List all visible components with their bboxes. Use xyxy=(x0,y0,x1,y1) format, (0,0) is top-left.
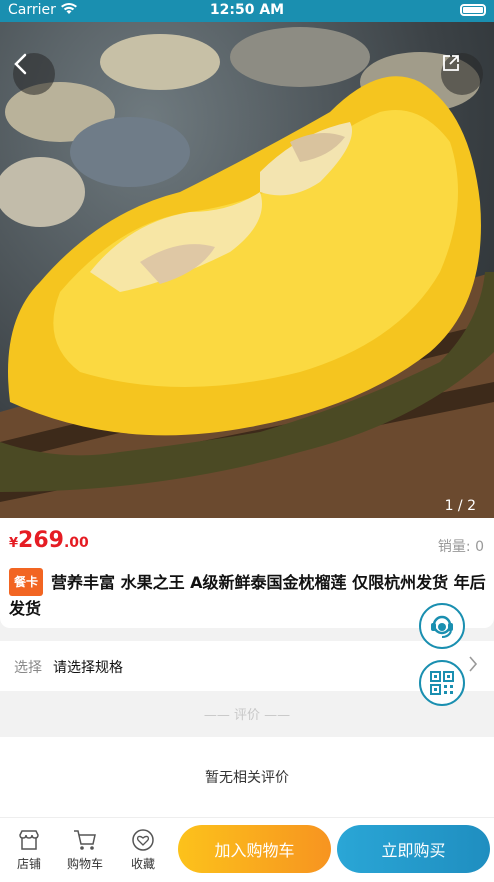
cart-icon xyxy=(60,828,110,852)
image-counter: 1 / 2 xyxy=(444,498,476,514)
qr-code-button[interactable] xyxy=(419,660,465,706)
nav-favorite[interactable]: 收藏 xyxy=(118,828,168,872)
battery-icon xyxy=(460,4,486,16)
clock: 12:50 AM xyxy=(209,2,285,18)
nav-store-label: 店铺 xyxy=(16,857,41,871)
price-decimal: .00 xyxy=(63,535,89,551)
bottom-action-bar: 店铺 购物车 收藏 加入购物车 立即购买 xyxy=(0,817,494,882)
heart-icon xyxy=(118,828,168,852)
buy-now-button[interactable]: 立即购买 xyxy=(337,825,490,873)
nav-store[interactable]: 店铺 xyxy=(4,828,54,872)
product-title: 营养丰富 水果之王 A级新鲜泰国金枕榴莲 仅限杭州发货 年后发货 xyxy=(9,573,486,618)
chevron-right-icon xyxy=(469,656,478,672)
product-info-card: ¥269.00 销量: 0 餐卡 营养丰富 水果之王 A级新鲜泰国金枕榴莲 仅限杭… xyxy=(0,518,494,628)
spec-value: 请选择规格 xyxy=(53,660,123,676)
product-title-block: 餐卡 营养丰富 水果之王 A级新鲜泰国金枕榴莲 仅限杭州发货 年后发货 xyxy=(9,568,487,622)
headset-icon xyxy=(431,615,453,638)
nav-cart-label: 购物车 xyxy=(66,857,103,871)
back-button[interactable] xyxy=(13,53,55,95)
meal-card-badge: 餐卡 xyxy=(9,568,44,596)
status-bar: Carrier 12:50 AM xyxy=(0,0,494,22)
nav-favorite-label: 收藏 xyxy=(130,857,155,871)
reviews-section: 暂无相关评价 xyxy=(0,737,494,817)
sales-count: 销量: 0 xyxy=(437,539,484,555)
share-icon xyxy=(443,55,459,71)
nav-cart[interactable]: 购物车 xyxy=(60,828,110,872)
product-image-carousel[interactable]: 1 / 2 xyxy=(0,22,494,518)
price-currency: ¥ xyxy=(9,536,19,551)
qr-code-icon xyxy=(430,671,454,695)
reviews-header: —— 评价 —— xyxy=(203,708,291,723)
add-to-cart-button[interactable]: 加入购物车 xyxy=(178,825,331,873)
customer-service-button[interactable] xyxy=(419,603,465,649)
spec-label: 选择 xyxy=(14,660,42,676)
store-icon xyxy=(4,828,54,852)
chevron-left-icon xyxy=(14,53,27,75)
product-price: ¥269.00 xyxy=(9,528,89,553)
price-integer: 269 xyxy=(18,528,64,553)
durian-image xyxy=(0,27,494,518)
no-reviews-text: 暂无相关评价 xyxy=(205,770,289,786)
share-button[interactable] xyxy=(441,53,483,95)
